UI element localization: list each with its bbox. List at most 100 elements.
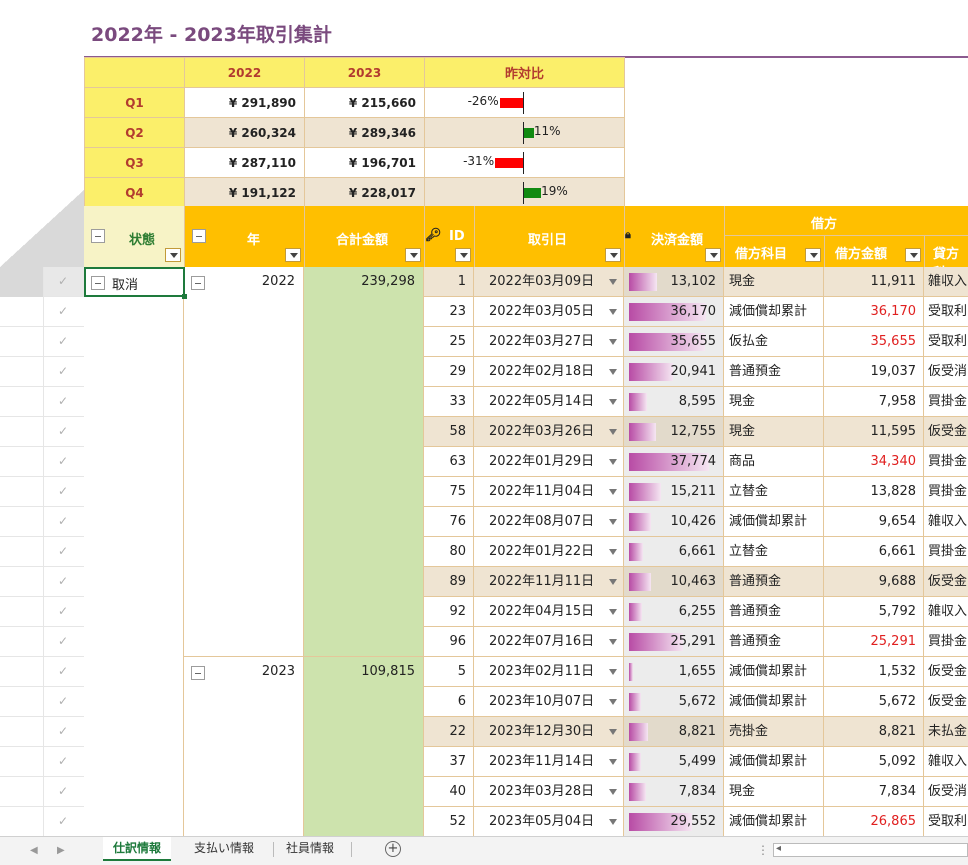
debit-amount-cell[interactable]: 9,654 bbox=[824, 507, 924, 537]
debit-account-cell[interactable]: 普通預金 bbox=[724, 567, 824, 597]
payment-cell[interactable]: 1,655 bbox=[624, 657, 724, 687]
row-header[interactable]: ✓ bbox=[0, 507, 84, 537]
row-header-cell[interactable] bbox=[0, 387, 44, 417]
debit-account-cell[interactable]: 減価償却累計 bbox=[724, 807, 824, 837]
debit-amount-cell[interactable]: 13,828 bbox=[824, 477, 924, 507]
payment-cell[interactable]: 6,255 bbox=[624, 597, 724, 627]
debit-account-header[interactable]: 借方科目 bbox=[724, 236, 824, 267]
row-header-cell[interactable] bbox=[0, 447, 44, 477]
row-header[interactable]: ✓ bbox=[0, 597, 84, 627]
row-header-cell[interactable] bbox=[0, 537, 44, 567]
debit-account-cell[interactable]: 減価償却累計 bbox=[724, 297, 824, 327]
scroll-left-icon[interactable]: ◂ bbox=[776, 843, 781, 854]
table-row[interactable]: 63 2022年01月29日 37,774 商品 34,340 買掛金 bbox=[424, 447, 968, 477]
row-header-cell[interactable] bbox=[0, 747, 44, 777]
collapse-icon[interactable] bbox=[191, 666, 205, 680]
ratio-cell[interactable]: 11% bbox=[424, 117, 625, 148]
collapse-icon[interactable] bbox=[91, 229, 105, 243]
summary-value-2023[interactable]: ¥ 289,346 bbox=[304, 117, 425, 148]
date-dropdown-icon[interactable] bbox=[609, 399, 617, 405]
id-cell[interactable]: 89 bbox=[424, 567, 474, 597]
row-header-cell[interactable] bbox=[0, 687, 44, 717]
debit-amount-cell[interactable]: 36,170 bbox=[824, 297, 924, 327]
table-row[interactable]: 89 2022年11月11日 10,463 普通預金 9,688 仮受金 bbox=[424, 567, 968, 597]
payment-cell[interactable]: 7,834 bbox=[624, 777, 724, 807]
row-header[interactable]: ✓ bbox=[0, 417, 84, 447]
row-header-cell[interactable] bbox=[0, 417, 44, 447]
credit-account-cell[interactable]: 仮受金 bbox=[924, 657, 968, 687]
credit-account-header[interactable]: 貸方科 bbox=[924, 236, 968, 267]
table-row[interactable]: 76 2022年08月07日 10,426 減価償却累計 9,654 雑収入 bbox=[424, 507, 968, 537]
filter-dropdown-icon[interactable] bbox=[405, 248, 421, 262]
date-cell[interactable]: 2022年11月11日 bbox=[474, 567, 624, 597]
filter-dropdown-icon[interactable] bbox=[905, 248, 921, 262]
horizontal-scrollbar[interactable]: ◂ bbox=[773, 843, 968, 857]
date-cell[interactable]: 2022年07月16日 bbox=[474, 627, 624, 657]
id-cell[interactable]: 96 bbox=[424, 627, 474, 657]
total-header[interactable]: 合計金額 bbox=[304, 206, 424, 267]
payment-cell[interactable]: 10,463 bbox=[624, 567, 724, 597]
credit-account-cell[interactable]: 雑収入 bbox=[924, 747, 968, 777]
id-cell[interactable]: 40 bbox=[424, 777, 474, 807]
date-dropdown-icon[interactable] bbox=[609, 789, 617, 795]
table-row[interactable]: 33 2022年05月14日 8,595 現金 7,958 買掛金 bbox=[424, 387, 968, 417]
table-row[interactable]: 22 2023年12月30日 8,821 売掛金 8,821 未払金 bbox=[424, 717, 968, 747]
date-dropdown-icon[interactable] bbox=[609, 459, 617, 465]
collapse-icon[interactable] bbox=[191, 276, 205, 290]
debit-account-cell[interactable]: 現金 bbox=[724, 267, 824, 297]
debit-amount-cell[interactable]: 34,340 bbox=[824, 447, 924, 477]
id-cell[interactable]: 6 bbox=[424, 687, 474, 717]
row-header[interactable]: ✓ bbox=[0, 477, 84, 507]
row-header[interactable]: ✓ bbox=[0, 777, 84, 807]
filter-dropdown-icon[interactable] bbox=[605, 248, 621, 262]
credit-account-cell[interactable]: 買掛金 bbox=[924, 387, 968, 417]
date-dropdown-icon[interactable] bbox=[609, 819, 617, 825]
date-cell[interactable]: 2023年12月30日 bbox=[474, 717, 624, 747]
credit-account-cell[interactable]: 雑収入 bbox=[924, 267, 968, 297]
table-row[interactable]: 75 2022年11月04日 15,211 立替金 13,828 買掛金 bbox=[424, 477, 968, 507]
table-row[interactable]: 52 2023年05月04日 29,552 減価償却累計 26,865 受取利 bbox=[424, 807, 968, 837]
ratio-cell[interactable]: -31% bbox=[424, 147, 625, 178]
filter-dropdown-icon[interactable] bbox=[705, 248, 721, 262]
group-total[interactable]: 239,298 bbox=[361, 274, 415, 289]
year-header[interactable]: 年 bbox=[184, 206, 304, 267]
date-dropdown-icon[interactable] bbox=[609, 369, 617, 375]
debit-account-cell[interactable]: 普通預金 bbox=[724, 597, 824, 627]
row-header[interactable]: ✓ bbox=[0, 627, 84, 657]
debit-amount-cell[interactable]: 11,911 bbox=[824, 267, 924, 297]
table-row[interactable]: 1 2022年03月09日 13,102 現金 11,911 雑収入 bbox=[424, 267, 968, 297]
table-row[interactable]: 5 2023年02月11日 1,655 減価償却累計 1,532 仮受金 bbox=[424, 657, 968, 687]
debit-account-cell[interactable]: 減価償却累計 bbox=[724, 657, 824, 687]
date-dropdown-icon[interactable] bbox=[609, 699, 617, 705]
payment-cell[interactable]: 10,426 bbox=[624, 507, 724, 537]
date-cell[interactable]: 2022年01月22日 bbox=[474, 537, 624, 567]
row-header-cell[interactable] bbox=[0, 777, 44, 807]
row-header-cell[interactable] bbox=[0, 597, 44, 627]
row-header-cell[interactable] bbox=[0, 567, 44, 597]
row-header[interactable]: ✓ bbox=[0, 357, 84, 387]
row-header[interactable]: ✓ bbox=[0, 657, 84, 687]
date-cell[interactable]: 2022年04月15日 bbox=[474, 597, 624, 627]
row-header[interactable]: ✓ bbox=[0, 387, 84, 417]
debit-account-cell[interactable]: 仮払金 bbox=[724, 327, 824, 357]
group-year[interactable]: 2022 bbox=[262, 274, 295, 289]
credit-account-cell[interactable]: 買掛金 bbox=[924, 627, 968, 657]
credit-account-cell[interactable]: 買掛金 bbox=[924, 447, 968, 477]
table-row[interactable]: 58 2022年03月26日 12,755 現金 11,595 仮受金 bbox=[424, 417, 968, 447]
payment-cell[interactable]: 8,595 bbox=[624, 387, 724, 417]
row-header-cell[interactable] bbox=[0, 477, 44, 507]
id-cell[interactable]: 76 bbox=[424, 507, 474, 537]
date-dropdown-icon[interactable] bbox=[609, 729, 617, 735]
debit-amount-cell[interactable]: 19,037 bbox=[824, 357, 924, 387]
debit-amount-cell[interactable]: 1,532 bbox=[824, 657, 924, 687]
date-dropdown-icon[interactable] bbox=[609, 669, 617, 675]
status-header[interactable]: 状態 bbox=[84, 206, 184, 267]
id-cell[interactable]: 29 bbox=[424, 357, 474, 387]
debit-account-cell[interactable]: 普通預金 bbox=[724, 627, 824, 657]
payment-cell[interactable]: 25,291 bbox=[624, 627, 724, 657]
debit-account-cell[interactable]: 立替金 bbox=[724, 477, 824, 507]
id-cell[interactable]: 63 bbox=[424, 447, 474, 477]
id-cell[interactable]: 58 bbox=[424, 417, 474, 447]
payment-cell[interactable]: 6,661 bbox=[624, 537, 724, 567]
id-cell[interactable]: 37 bbox=[424, 747, 474, 777]
